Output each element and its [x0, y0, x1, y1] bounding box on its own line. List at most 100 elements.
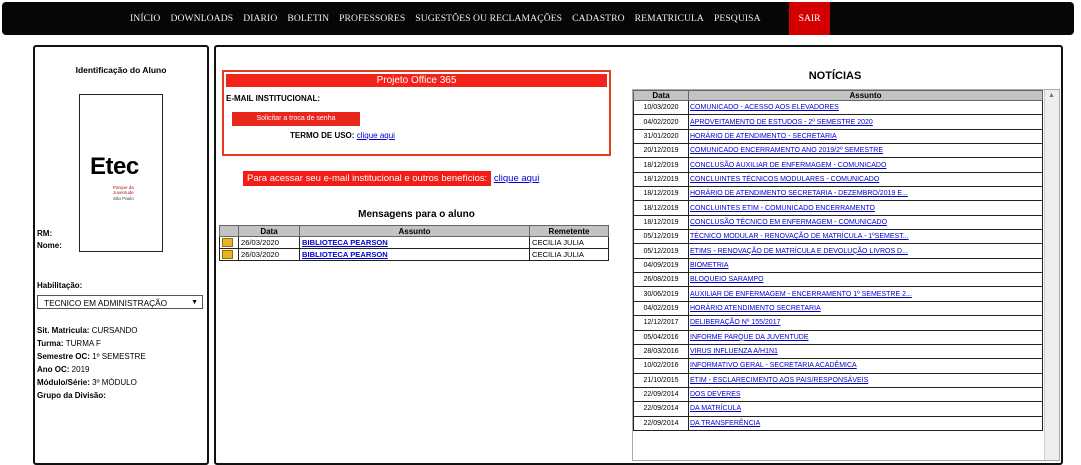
news-subject-cell: ETIM - ESCLARECIMENTO AOS PAIS/RESPONSÁV…: [688, 372, 1043, 388]
news-date: 22/09/2014: [633, 415, 689, 431]
news-row[interactable]: 18/12/2019 CONCLUINTES ETIM - COMUNICADO …: [633, 200, 1043, 216]
news-subject-cell: HORÁRIO DE ATENDIMENTO - SECRETARIA: [688, 128, 1043, 145]
top-navigation-bar: INÍCIO DOWNLOADS DIARIO BOLETIN PROFESSO…: [2, 2, 1074, 35]
news-subject-link[interactable]: BLOQUEIO SARAMPO: [690, 276, 764, 283]
message-subject-cell: BIBLIOTECA PEARSON: [299, 248, 530, 261]
news-row[interactable]: 04/02/2020 APROVEITAMENTO DE ESTUDOS - 2º…: [633, 114, 1043, 130]
message-subject-link[interactable]: BIBLIOTECA PEARSON: [302, 250, 388, 259]
news-subject-link[interactable]: DOS DEVERES: [690, 391, 741, 398]
rm-label: RM:: [37, 229, 53, 238]
news-row[interactable]: 18/12/2019 HORÁRIO DE ATENDIMENTO SECRETA…: [633, 186, 1043, 202]
news-subject-cell: COMUNICADO ENCERRAMENTO ANO 2019/2º SEME…: [688, 143, 1043, 159]
ano-value: 2019: [71, 365, 90, 374]
messages-table: Data Assunto Remetente 26/03/2020 BIBLIO…: [219, 225, 609, 261]
news-subject-link[interactable]: BIOMETRIA: [690, 262, 729, 269]
news-row[interactable]: 10/03/2020 COMUNICADO - ACESSO AOS ELEVAD…: [633, 99, 1043, 116]
nav-pesquisa[interactable]: PESQUISA: [714, 13, 761, 24]
message-date: 26/03/2020: [238, 236, 300, 249]
nav-cadastro[interactable]: CADASTRO: [572, 13, 625, 24]
news-row[interactable]: 12/12/2017 DELIBERAÇÃO Nº 155/2017: [633, 315, 1043, 331]
message-row[interactable]: 26/03/2020 BIBLIOTECA PEARSON CECILIA JU…: [219, 236, 609, 249]
news-subject-cell: BLOQUEIO SARAMPO: [688, 272, 1043, 288]
news-date: 04/02/2020: [633, 114, 689, 130]
news-row[interactable]: 20/12/2019 COMUNICADO ENCERRAMENTO ANO 20…: [633, 143, 1043, 159]
news-subject-link[interactable]: CONCLUINTES TÉCNICOS MODULARES - COMUNIC…: [690, 176, 879, 183]
news-subject-link[interactable]: AUXILIAR DE ENFERMAGEM - ENCERRAMENTO 1º…: [690, 291, 912, 298]
nav-sugestoes[interactable]: SUGESTÕES OU RECLAMAÇÕES: [415, 13, 562, 24]
news-row[interactable]: 18/12/2019 CONCLUSÃO AUXILIAR DE ENFERMAG…: [633, 157, 1043, 173]
news-subject-link[interactable]: DA MATRÍCULA: [690, 405, 741, 412]
news-date: 20/12/2019: [633, 143, 689, 159]
news-subject-link[interactable]: VIRUS INFLUENZA A/H1N1: [690, 348, 778, 355]
news-subject-link[interactable]: CONCLUINTES ETIM - COMUNICADO ENCERRAMEN…: [690, 205, 875, 212]
news-subject-link[interactable]: HORÁRIO DE ATENDIMENTO - SECRETARIA: [690, 133, 837, 140]
nav-rematricula[interactable]: REMATRICULA: [635, 13, 704, 24]
envelope-icon: [222, 238, 233, 248]
news-subject-link[interactable]: APROVEITAMENTO DE ESTUDOS - 2º SEMESTRE …: [690, 119, 873, 126]
ano-label: Ano OC:: [37, 365, 70, 374]
nav-inicio[interactable]: INÍCIO: [130, 13, 160, 24]
news-row[interactable]: 22/09/2014 DOS DEVERES: [633, 386, 1043, 403]
news-subject-link[interactable]: CONCLUSÃO AUXILIAR DE ENFERMAGEM - COMUN…: [690, 162, 886, 169]
news-date: 22/09/2014: [633, 386, 689, 403]
nav-professores[interactable]: PROFESSORES: [339, 13, 405, 24]
news-row[interactable]: 31/01/2020 HORÁRIO DE ATENDIMENTO - SECRE…: [633, 128, 1043, 145]
news-row[interactable]: 10/02/2016 INFORMATIVO GERAL - SECRETARIA…: [633, 358, 1043, 374]
news-scrollbar[interactable]: ▲: [1044, 90, 1059, 460]
modulo-row: Módulo/Série: 3º MÓDULO: [37, 378, 137, 387]
news-row[interactable]: 05/12/2019 TÉCNICO MODULAR - RENOVAÇÃO DE…: [633, 229, 1043, 245]
news-date: 10/03/2020: [633, 99, 689, 116]
turma-row: Turma: TURMA F: [37, 339, 101, 348]
news-subject-link[interactable]: HORÁRIO ATENDIMENTO SECRETARIA: [690, 305, 821, 312]
news-row[interactable]: 30/06/2019 AUXILIAR DE ENFERMAGEM - ENCER…: [633, 286, 1043, 302]
news-row[interactable]: 28/03/2016 VIRUS INFLUENZA A/H1N1: [633, 343, 1043, 360]
news-subject-link[interactable]: HORÁRIO DE ATENDIMENTO SECRETARIA - DEZE…: [690, 190, 908, 197]
news-header-assunto: Assunto: [688, 90, 1043, 101]
email-label: E-MAIL INSTITUCIONAL:: [226, 94, 321, 103]
nav-downloads[interactable]: DOWNLOADS: [170, 13, 233, 24]
termo-link[interactable]: clique aqui: [357, 131, 395, 140]
news-row[interactable]: 22/09/2014 DA TRANSFERÊNCIA: [633, 415, 1043, 431]
change-password-button[interactable]: Solicitar a troca de senha: [232, 112, 360, 126]
student-panel-title: Identificação do Aluno: [75, 65, 167, 75]
rm-row: RM:: [37, 229, 52, 238]
nav-diario[interactable]: DIARIO: [243, 13, 277, 24]
news-date: 31/01/2020: [633, 128, 689, 145]
news-subject-link[interactable]: TÉCNICO MODULAR - RENOVAÇÃO DE MATRÍCULA…: [690, 233, 909, 240]
news-row[interactable]: 04/02/2019 HORÁRIO ATENDIMENTO SECRETARIA: [633, 300, 1043, 317]
news-row[interactable]: 22/09/2014 DA MATRÍCULA: [633, 401, 1043, 417]
news-row[interactable]: 21/10/2015 ETIM - ESCLARECIMENTO AOS PAIS…: [633, 372, 1043, 388]
news-subject-link[interactable]: COMUNICADO - ACESSO AOS ELEVADORES: [690, 104, 839, 111]
office365-box: Projeto Office 365 E-MAIL INSTITUCIONAL:…: [222, 70, 611, 156]
news-row[interactable]: 05/12/2019 ETIMS - RENOVAÇÃO DE MATRÍCULA…: [633, 243, 1043, 259]
scroll-up-icon[interactable]: ▲: [1048, 92, 1055, 99]
news-row[interactable]: 05/04/2016 INFORME PARQUE DA JUVENTUDE: [633, 329, 1043, 345]
access-email-link[interactable]: clique aqui: [494, 173, 539, 184]
news-date: 26/08/2019: [633, 272, 689, 288]
news-subject-link[interactable]: ETIMS - RENOVAÇÃO DE MATRÍCULA E DEVOLUÇ…: [690, 248, 908, 255]
nav-boletin[interactable]: BOLETIN: [287, 13, 329, 24]
news-subject-link[interactable]: DA TRANSFERÊNCIA: [690, 420, 760, 427]
message-row[interactable]: 26/03/2020 BIBLIOTECA PEARSON CECILIA JU…: [219, 248, 609, 261]
news-subject-link[interactable]: INFORME PARQUE DA JUVENTUDE: [690, 334, 809, 341]
message-cell-icon: [219, 236, 239, 249]
news-subject-cell: CONCLUSÃO AUXILIAR DE ENFERMAGEM - COMUN…: [688, 157, 1043, 173]
news-date: 18/12/2019: [633, 157, 689, 173]
message-subject-link[interactable]: BIBLIOTECA PEARSON: [302, 238, 388, 247]
news-row[interactable]: 18/12/2019 CONCLUINTES TÉCNICOS MODULARES…: [633, 171, 1043, 188]
news-row[interactable]: 18/12/2019 CONCLUSÃO TÉCNICO EM ENFERMAGE…: [633, 214, 1043, 231]
messages-title: Mensagens para o aluno: [358, 209, 475, 220]
news-row[interactable]: 04/09/2019 BIOMETRIA: [633, 257, 1043, 274]
news-subject-link[interactable]: COMUNICADO ENCERRAMENTO ANO 2019/2º SEME…: [690, 147, 883, 154]
news-subject-link[interactable]: INFORMATIVO GERAL - SECRETARIA ACADÊMICA: [690, 362, 857, 369]
news-subject-link[interactable]: CONCLUSÃO TÉCNICO EM ENFERMAGEM - COMUNI…: [690, 219, 887, 226]
news-subject-link[interactable]: DELIBERAÇÃO Nº 155/2017: [690, 319, 781, 326]
news-subject-cell: INFORMATIVO GERAL - SECRETARIA ACADÊMICA: [688, 358, 1043, 374]
news-row[interactable]: 26/08/2019 BLOQUEIO SARAMPO: [633, 272, 1043, 288]
news-subject-link[interactable]: ETIM - ESCLARECIMENTO AOS PAIS/RESPONSÁV…: [690, 377, 868, 384]
office365-title: Projeto Office 365: [226, 74, 607, 87]
news-subject-cell: CONCLUSÃO TÉCNICO EM ENFERMAGEM - COMUNI…: [688, 214, 1043, 231]
habilitacao-select[interactable]: TECNICO EM ADMINISTRAÇÃO ▼: [37, 295, 203, 309]
news-scroll-container: Data Assunto 10/03/2020 COMUNICADO - ACES…: [632, 89, 1060, 461]
logout-button[interactable]: SAIR: [788, 2, 831, 35]
